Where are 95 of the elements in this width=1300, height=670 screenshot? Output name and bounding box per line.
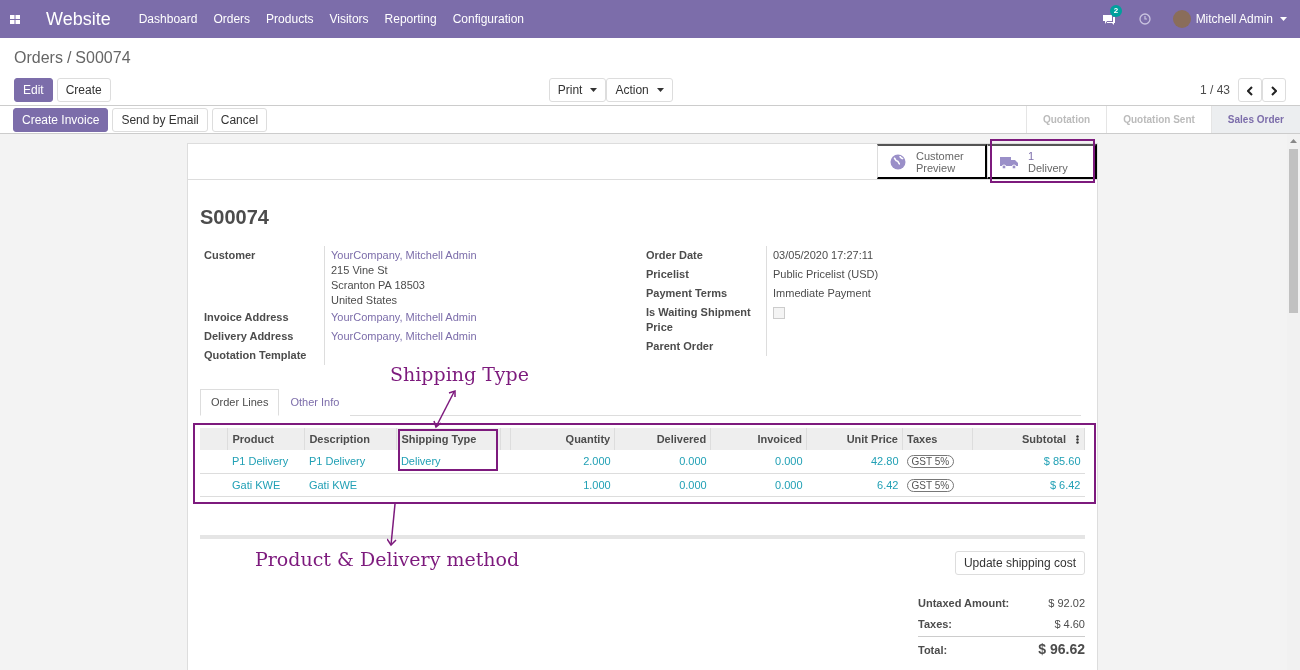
table-cell: 1.000 — [583, 478, 611, 491]
user-avatar — [1172, 10, 1191, 28]
cell-link[interactable]: Delivery — [400, 455, 441, 467]
breadcrumb-separator: / — [66, 48, 72, 68]
cancel-button[interactable]: Cancel — [211, 107, 268, 132]
send-email-button[interactable]: Send by Email — [112, 107, 208, 132]
message-count-badge: 2 — [1109, 5, 1123, 17]
scrollbar-thumb[interactable] — [1289, 149, 1298, 313]
total-value: $ 4.60 — [1054, 616, 1085, 632]
table-cell: 0.000 — [775, 455, 803, 467]
scroll-up-icon — [1290, 139, 1297, 143]
table-cell: 0.000 — [679, 478, 707, 491]
user-name[interactable]: Mitchell Admin — [1195, 10, 1273, 28]
field-value: Public Pricelist (USD) — [773, 268, 879, 280]
field-label: Order Date — [646, 248, 704, 263]
field-link[interactable]: YourCompany, Mitchell Admin — [331, 310, 477, 325]
smart-button[interactable]: 1 Delivery — [987, 144, 1097, 179]
table-cell: 0.000 — [679, 455, 707, 467]
column-header[interactable]: Invoiced — [710, 427, 807, 450]
checkbox[interactable] — [773, 307, 785, 319]
dropdown-button[interactable]: Print — [548, 78, 607, 102]
column-header[interactable]: Taxes — [902, 427, 973, 450]
column-header[interactable]: Delivered — [614, 427, 711, 450]
menu-item[interactable]: Dashboard — [138, 10, 198, 28]
status-stage[interactable]: Sales Order — [1210, 106, 1300, 133]
caret-icon — [590, 88, 598, 92]
annotation-label: Product & Delivery method — [255, 547, 520, 572]
annotation-arrow — [387, 503, 399, 547]
field-label: Quotation Template — [204, 348, 308, 363]
field-label: Is Waiting Shipment Price — [646, 305, 752, 335]
chat-icon — [1101, 14, 1115, 26]
total-label: Taxes: — [918, 616, 953, 632]
create-button[interactable]: Create — [56, 78, 111, 102]
next-button[interactable] — [1262, 78, 1286, 102]
field-value: Immediate Payment — [773, 287, 871, 299]
cell-link[interactable]: Gati KWE — [231, 478, 281, 491]
total-label: Untaxed Amount: — [918, 596, 1010, 611]
total-label: Total: — [918, 643, 948, 658]
column-header[interactable]: Unit Price — [806, 427, 903, 450]
breadcrumb-current: S00074 — [75, 48, 131, 68]
kebab-menu-icon — [1076, 434, 1079, 444]
column-header[interactable]: Subtotal — [972, 427, 1085, 450]
field-link[interactable]: YourCompany, Mitchell Admin — [331, 248, 477, 263]
create-invoice-button[interactable]: Create Invoice — [13, 107, 109, 132]
table-cell: 42.80 — [870, 455, 899, 467]
clock-icon — [1138, 13, 1151, 25]
menu-item[interactable]: Products — [266, 10, 314, 28]
apps-grid-icon — [10, 14, 20, 24]
table-cell: 6.42 — [877, 478, 899, 491]
field-label: Parent Order — [646, 339, 715, 354]
scrollbar[interactable] — [1287, 134, 1300, 670]
caret-icon — [656, 88, 664, 92]
field-label: Delivery Address — [204, 329, 295, 344]
chevron-right-icon — [1271, 85, 1277, 96]
chevron-left-icon — [1247, 85, 1253, 96]
menu-item[interactable]: Visitors — [329, 10, 369, 28]
menu-item[interactable]: Reporting — [384, 10, 437, 28]
field-label: Pricelist — [646, 267, 690, 282]
menu-item[interactable]: Configuration — [452, 10, 524, 28]
caret-icon — [1280, 17, 1287, 21]
table-cell: 0.000 — [775, 478, 803, 491]
field-label: Customer — [204, 248, 257, 263]
breadcrumb-link[interactable]: Orders — [14, 46, 63, 70]
column-header[interactable]: Product — [227, 427, 305, 450]
cell-link[interactable]: Gati KWE — [308, 478, 358, 491]
field-value: United States — [331, 293, 398, 308]
cell-link[interactable]: P1 Delivery — [308, 455, 366, 467]
table-cell: 2.000 — [583, 455, 611, 467]
field-value: Scranton PA 18503 — [331, 278, 425, 293]
field-label: Invoice Address — [204, 310, 290, 325]
cell-link[interactable]: P1 Delivery — [231, 455, 289, 467]
total-value: $ 96.62 — [1038, 640, 1085, 659]
table-cell: $ 6.42 — [1049, 478, 1081, 491]
total-value: $ 92.02 — [1048, 596, 1085, 611]
edit-button[interactable]: Edit — [14, 78, 53, 102]
annotation-label: Shipping Type — [390, 362, 529, 387]
notebook-tab[interactable]: Order Lines — [200, 389, 280, 416]
menu-item[interactable]: Orders — [213, 10, 251, 28]
order-title: S00074 — [199, 205, 270, 230]
pager-counter: 1 / 43 — [1199, 82, 1230, 99]
field-value: 03/05/2020 17:27:11 — [773, 249, 874, 261]
globe-icon — [890, 153, 906, 170]
field-link[interactable]: YourCompany, Mitchell Admin — [331, 329, 477, 344]
column-header[interactable]: Description — [304, 427, 397, 450]
column-header[interactable]: Quantity — [510, 427, 615, 450]
table-cell: $ 85.60 — [1043, 455, 1081, 467]
field-label: Payment Terms — [646, 286, 729, 301]
truck-icon — [1000, 154, 1018, 169]
app-name: Website — [46, 7, 111, 31]
field-value: 215 Vine St — [331, 263, 388, 278]
previous-button[interactable] — [1238, 78, 1262, 102]
update-shipping-button[interactable]: Update shipping cost — [954, 551, 1085, 575]
annotation-arrow — [432, 389, 458, 431]
smart-button[interactable]: Customer Preview — [877, 144, 987, 179]
dropdown-button[interactable]: Action — [606, 78, 673, 102]
